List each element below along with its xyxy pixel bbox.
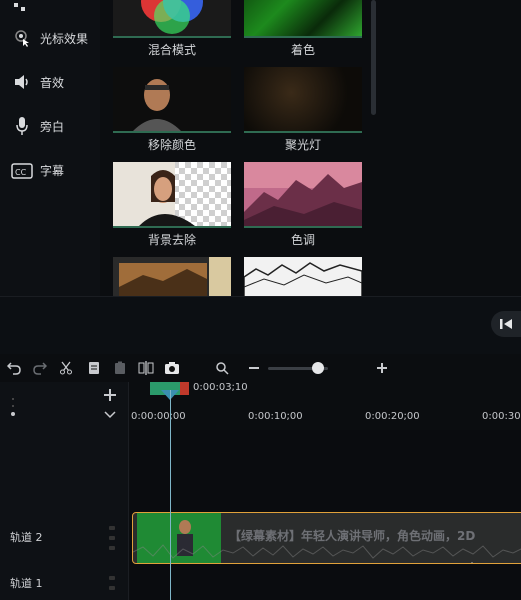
track-label: 轨道 1 xyxy=(10,577,43,590)
grid-icon xyxy=(14,3,25,11)
add-track-button[interactable] xyxy=(104,386,116,401)
playback-bar xyxy=(0,296,521,355)
cut-button[interactable] xyxy=(58,360,74,376)
cursor-effect-icon xyxy=(10,28,34,48)
track-lock-icon[interactable] xyxy=(108,572,116,592)
cc-icon: CC xyxy=(10,160,34,180)
camera-icon xyxy=(165,362,179,374)
media-clip[interactable]: 【绿幕素材】年轻人演讲导师，角色动画，2D xyxy=(132,512,521,564)
snapshot-button[interactable] xyxy=(164,360,180,376)
selection-end-marker[interactable] xyxy=(180,382,189,395)
sidebar-item-top-partial[interactable] xyxy=(14,0,26,11)
selection-start-marker[interactable] xyxy=(150,382,161,395)
svg-text:CC: CC xyxy=(15,168,27,177)
sidebar-item-cursor-effects[interactable]: 光标效果 xyxy=(10,28,88,48)
effect-label: 混合模式 xyxy=(147,43,196,57)
sidebar-item-label: 光标效果 xyxy=(40,31,89,46)
speaker-icon xyxy=(10,72,34,92)
timeline-toolbar xyxy=(0,354,521,382)
effect-tile-colorize[interactable]: 着色 xyxy=(244,0,362,58)
clip-title: 【绿幕素材】年轻人演讲导师，角色动画，2D xyxy=(229,529,476,543)
dots-icon xyxy=(11,398,15,416)
redo-icon xyxy=(33,362,47,375)
zoom-button[interactable] xyxy=(214,360,230,376)
zoom-slider-handle[interactable] xyxy=(312,362,324,374)
effect-tile-background-removal[interactable]: 背景去除 xyxy=(113,162,231,248)
sidebar-item-narration[interactable]: 旁白 xyxy=(10,116,64,136)
scissors-icon xyxy=(60,361,72,375)
split-button[interactable] xyxy=(138,360,154,376)
undo-button[interactable] xyxy=(6,360,22,376)
effect-thumbnail xyxy=(244,0,362,38)
track-1-header[interactable]: 轨道 1 xyxy=(0,572,128,600)
zoom-out-button[interactable] xyxy=(246,360,262,376)
effect-label: 聚光灯 xyxy=(284,138,321,152)
effects-scrollbar[interactable] xyxy=(371,0,376,115)
paste-button[interactable] xyxy=(112,360,128,376)
sidebar: 光标效果 音效 旁白 CC 字幕 xyxy=(0,0,100,296)
sidebar-item-label: 字幕 xyxy=(40,163,65,178)
sidebar-item-label: 音效 xyxy=(40,75,65,90)
plus-icon xyxy=(104,389,116,401)
effect-label: 着色 xyxy=(290,43,315,57)
step-back-button[interactable] xyxy=(491,311,521,337)
effect-thumbnail xyxy=(244,67,362,133)
effect-tile-tone[interactable]: 色调 xyxy=(244,162,362,248)
redo-button[interactable] xyxy=(32,360,48,376)
playhead-time: 0:00:03;10 xyxy=(193,382,248,393)
triangle-up-icon xyxy=(471,562,473,563)
effect-thumbnail xyxy=(113,257,231,296)
plus-icon xyxy=(377,363,387,373)
ruler-tick: 0:00:30 xyxy=(482,411,521,422)
effects-panel: 混合模式 着色 移除颜色 聚光灯 背景去除 色调 xyxy=(100,0,380,296)
effect-thumbnail xyxy=(113,162,231,228)
track-header-column: 轨道 2 轨道 1 xyxy=(0,382,129,600)
undo-icon xyxy=(7,362,21,375)
audio-waveform xyxy=(133,541,521,563)
clipboard-icon xyxy=(115,361,125,374)
effect-thumbnail xyxy=(113,0,231,38)
effect-tile-7[interactable] xyxy=(113,257,231,296)
playhead-line[interactable] xyxy=(170,390,171,600)
clip-expand-handle[interactable] xyxy=(467,553,477,563)
effect-tile-spotlight[interactable]: 聚光灯 xyxy=(244,67,362,153)
search-icon xyxy=(216,362,229,375)
effect-label: 移除颜色 xyxy=(147,138,196,152)
split-icon xyxy=(138,361,154,375)
sidebar-item-captions[interactable]: CC 字幕 xyxy=(10,160,64,180)
ruler-tick: 0:00:00;00 xyxy=(131,411,186,422)
track-lock-icon[interactable] xyxy=(108,522,116,552)
copy-button[interactable] xyxy=(86,360,102,376)
effect-tile-remove-color[interactable]: 移除颜色 xyxy=(113,67,231,153)
effect-tile-blend-mode[interactable]: 混合模式 xyxy=(113,0,231,58)
step-back-icon xyxy=(500,319,512,329)
microphone-icon xyxy=(10,116,34,136)
track-label: 轨道 2 xyxy=(10,531,43,544)
document-icon xyxy=(89,362,99,374)
effect-label: 背景去除 xyxy=(147,233,196,247)
chevron-down-icon xyxy=(104,411,116,419)
ruler-tick: 0:00:10;00 xyxy=(248,411,303,422)
zoom-in-button[interactable] xyxy=(374,360,390,376)
effect-thumbnail xyxy=(244,257,362,296)
effect-label: 色调 xyxy=(290,233,315,247)
minus-icon xyxy=(249,367,259,369)
collapse-tracks-button[interactable] xyxy=(104,404,116,419)
effect-tile-8[interactable] xyxy=(244,257,362,296)
effect-thumbnail xyxy=(244,162,362,228)
effect-thumbnail xyxy=(113,67,231,133)
track-2-header[interactable]: 轨道 2 xyxy=(0,512,128,562)
ruler-tick: 0:00:20;00 xyxy=(365,411,420,422)
sidebar-item-label: 旁白 xyxy=(40,119,65,134)
marker-dots xyxy=(10,396,16,416)
preview-canvas xyxy=(380,0,521,296)
sidebar-item-audio-effects[interactable]: 音效 xyxy=(10,72,64,92)
